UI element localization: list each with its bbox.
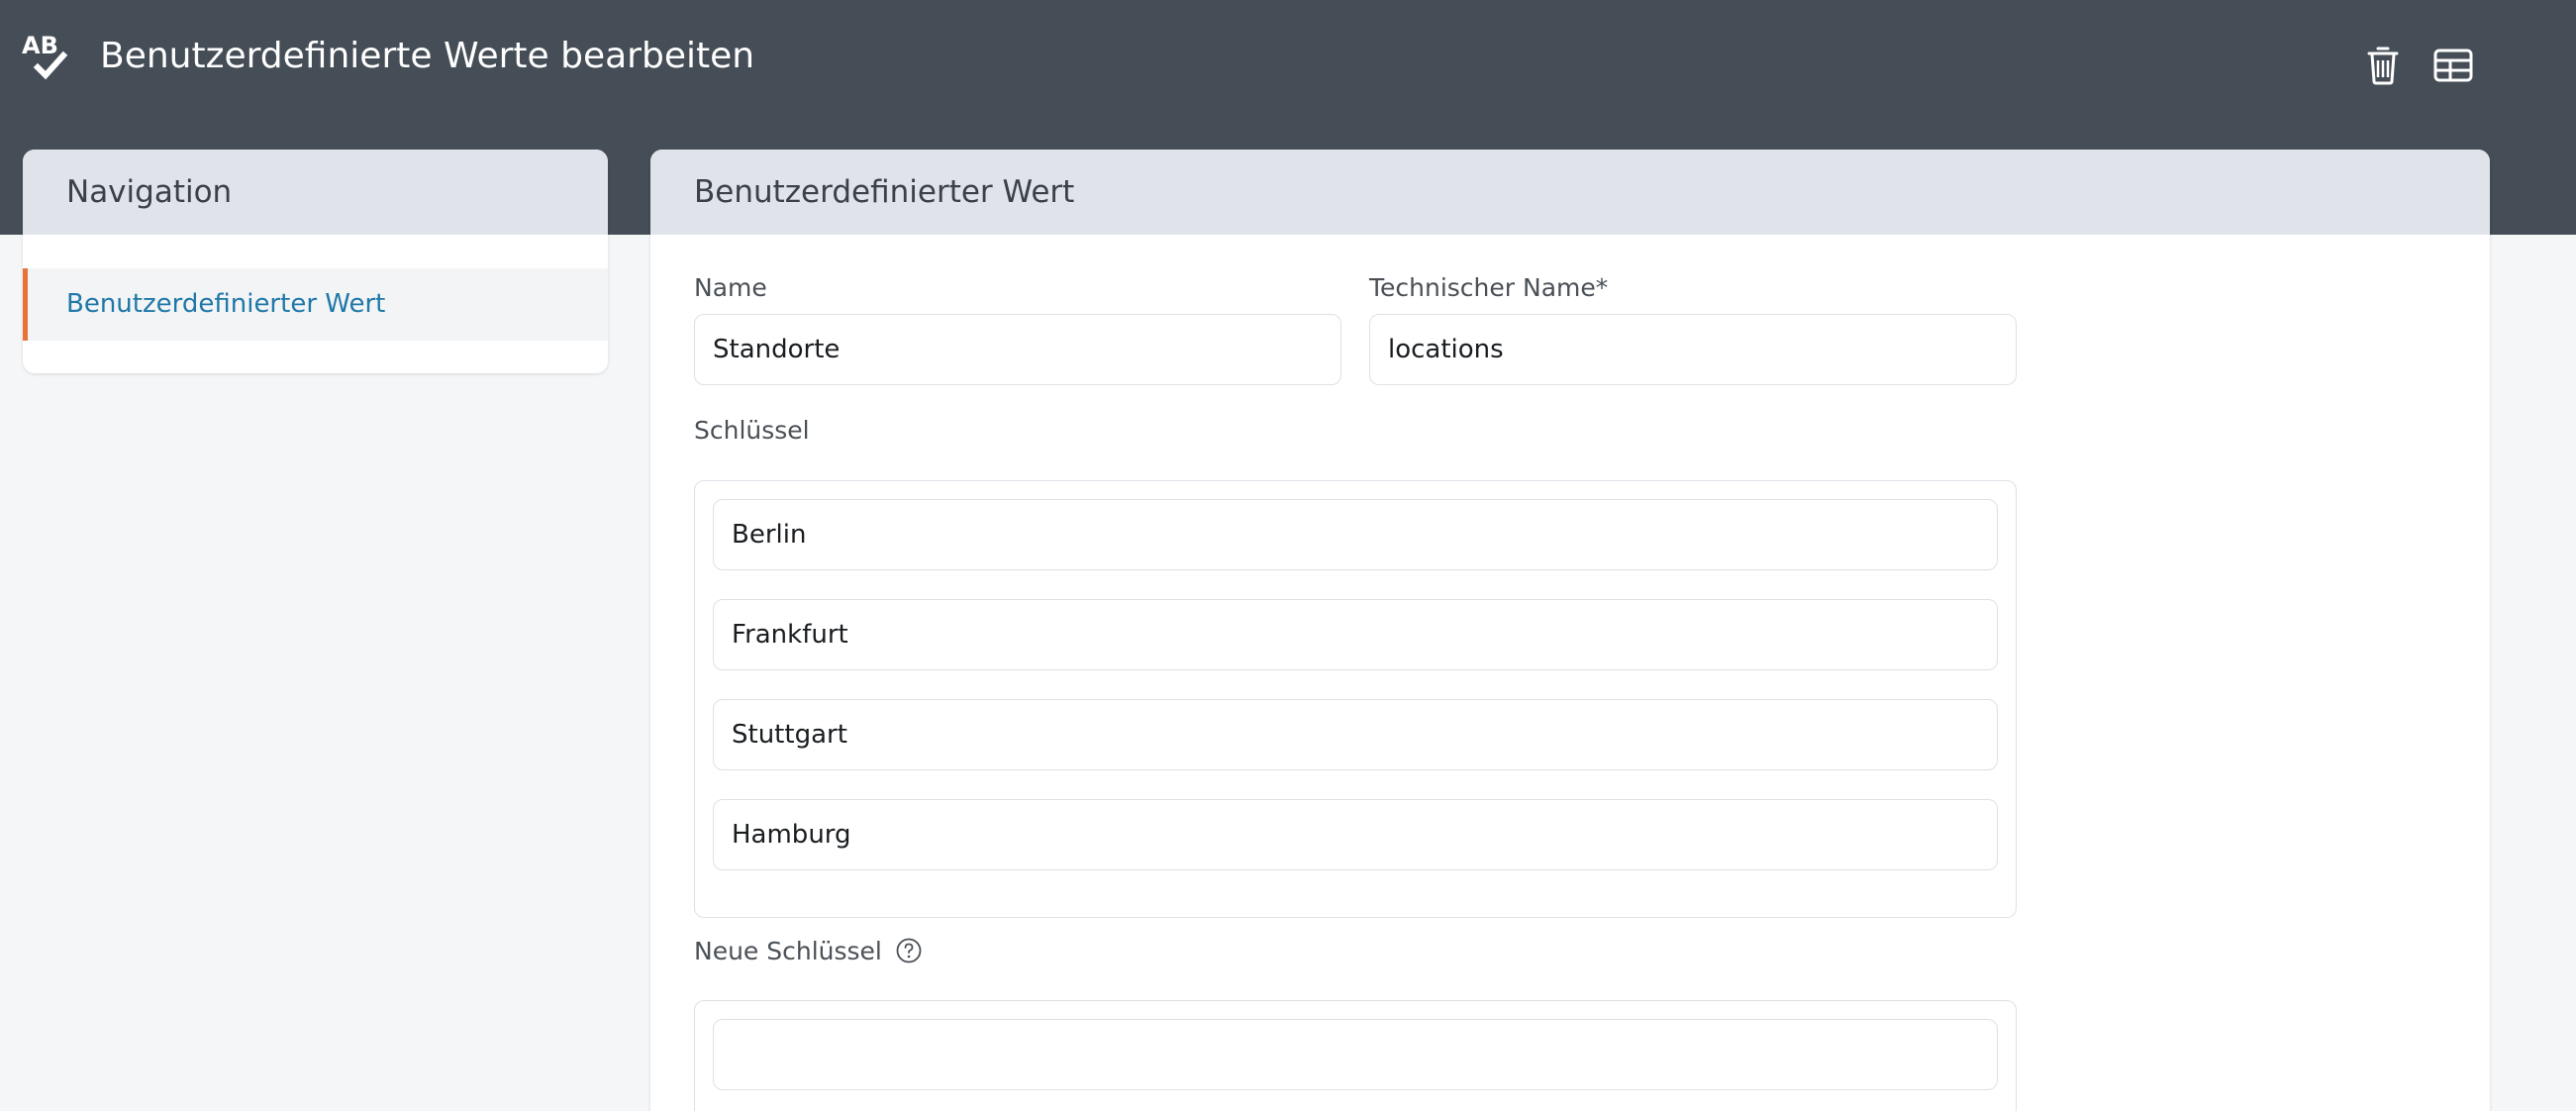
new-keys-list [694, 1000, 2017, 1111]
technical-name-input[interactable] [1369, 314, 2017, 385]
key-input-hamburg[interactable] [713, 799, 1998, 870]
technical-name-label: Technischer Name* [1369, 273, 1609, 302]
new-key-input[interactable] [713, 1019, 1998, 1090]
table-view-button[interactable] [2429, 44, 2477, 91]
key-input-berlin[interactable] [713, 499, 1998, 570]
navigation-title: Navigation [23, 150, 608, 235]
page-title: Benutzerdefinierte Werte bearbeiten [100, 36, 755, 76]
help-icon[interactable] [896, 938, 922, 963]
delete-button[interactable] [2359, 44, 2407, 91]
name-input[interactable] [694, 314, 1341, 385]
form-card: Benutzerdefinierter Wert Name Technische… [650, 150, 2490, 1111]
keys-list [694, 480, 2017, 918]
nav-item-benutzerdefinierter-wert[interactable]: Benutzerdefinierter Wert [23, 268, 608, 341]
table-icon [2433, 49, 2473, 86]
new-keys-label: Neue Schlüssel [694, 937, 882, 965]
new-keys-label-row: Neue Schlüssel [694, 936, 922, 967]
key-input-frankfurt[interactable] [713, 599, 1998, 670]
ab-check-icon: AB [20, 30, 75, 85]
key-input-stuttgart[interactable] [713, 699, 1998, 770]
keys-label: Schlüssel [694, 416, 810, 445]
navigation-card: Navigation Benutzerdefinierter Wert [23, 150, 608, 373]
form-title: Benutzerdefinierter Wert [650, 150, 2490, 235]
name-label: Name [694, 273, 767, 302]
trash-icon [2366, 46, 2400, 89]
svg-text:AB: AB [22, 32, 58, 59]
